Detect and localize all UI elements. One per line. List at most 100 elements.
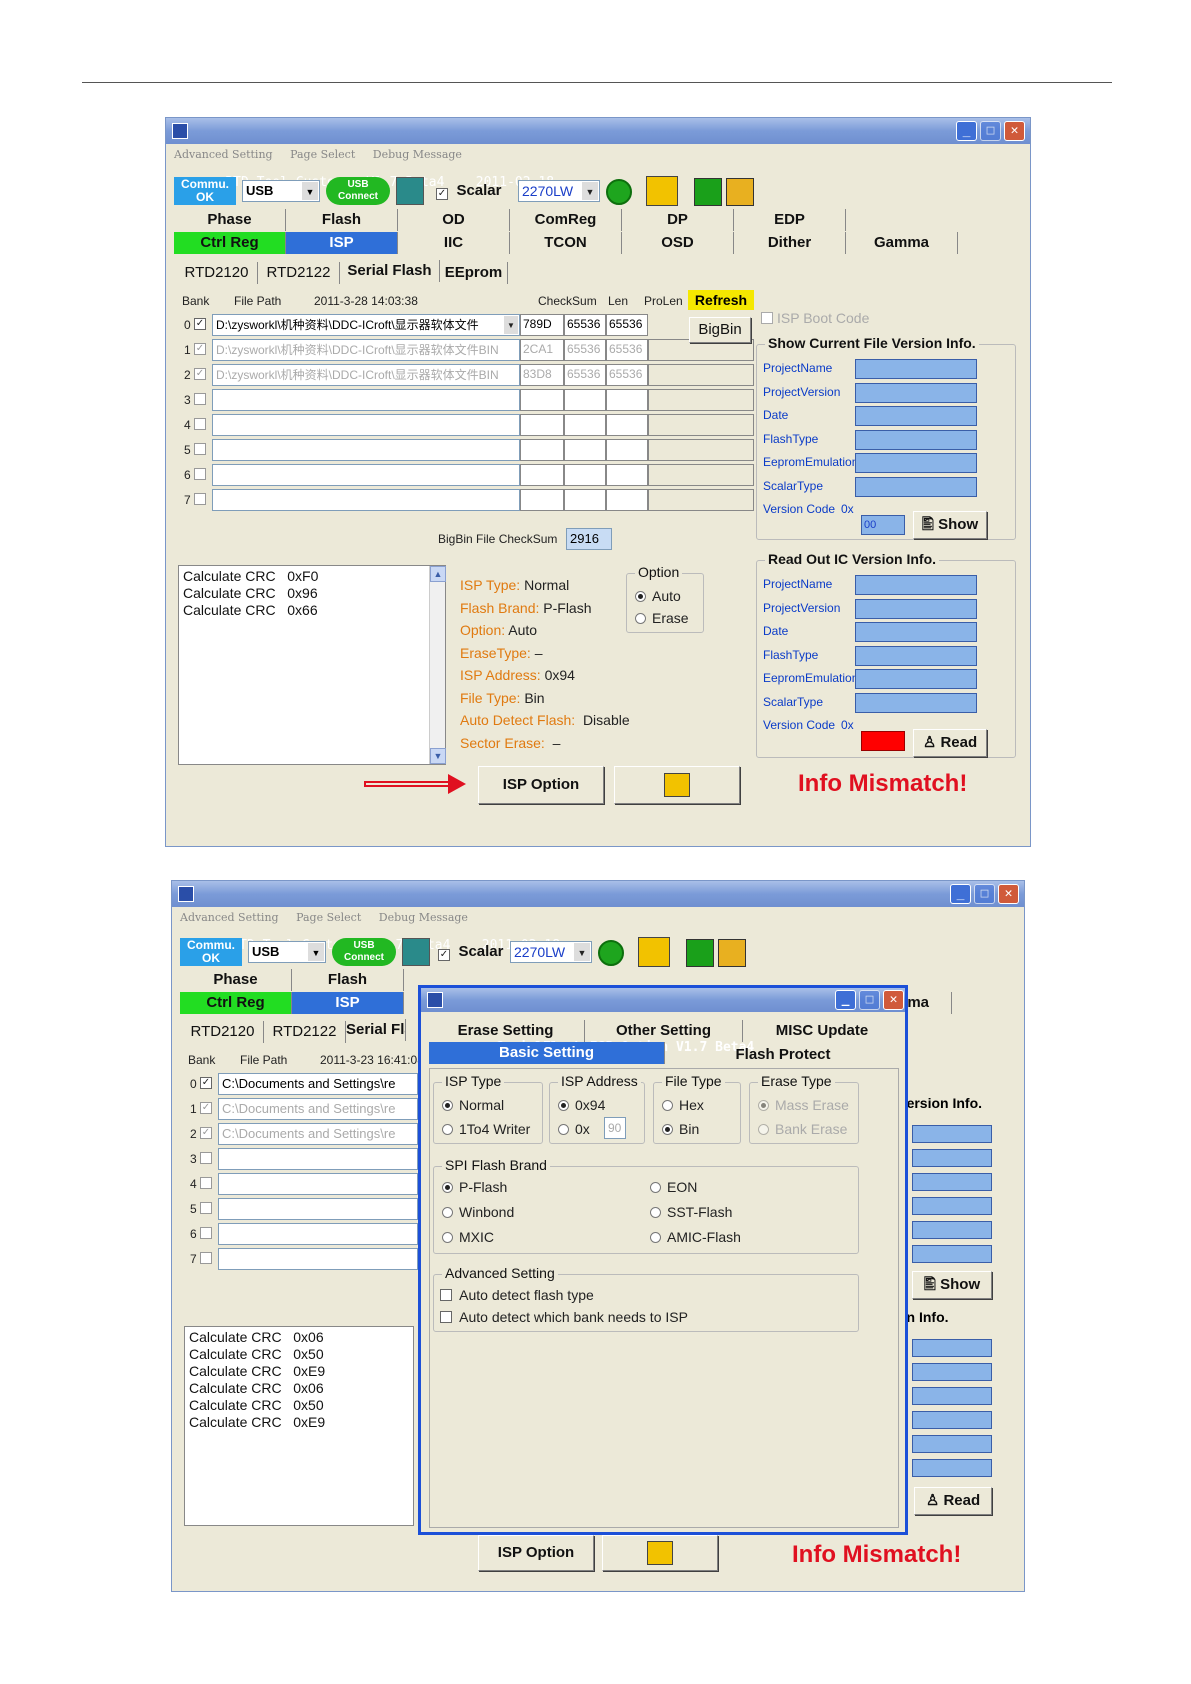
scroll-down-icon[interactable]: ▼ <box>430 748 446 764</box>
radio-icon[interactable] <box>662 1100 673 1111</box>
flash-run-button[interactable] <box>602 1535 718 1571</box>
menu-advanced-setting[interactable]: Advanced Setting <box>180 911 279 924</box>
bank-checkbox[interactable] <box>194 418 206 430</box>
bank-file-path[interactable] <box>218 1148 418 1170</box>
usb-connect-button[interactable]: USB Connect <box>326 177 390 205</box>
tab-od[interactable]: OD <box>398 209 510 231</box>
bank-checkbox[interactable]: ✓ <box>200 1127 212 1139</box>
menu-advanced-setting[interactable]: Advanced Setting <box>174 148 273 161</box>
radio-icon[interactable] <box>558 1100 569 1111</box>
menu-page-select[interactable]: Page Select <box>296 911 361 924</box>
read-button[interactable]: ♙ Read <box>914 1487 992 1515</box>
play-icon[interactable] <box>686 939 714 967</box>
subtab-serial-flash[interactable]: Serial Flash <box>346 1019 406 1041</box>
bank-checkbox[interactable] <box>194 393 206 405</box>
brand-winbond-radio[interactable]: Winbond <box>442 1204 514 1220</box>
chevron-down-icon[interactable]: ▼ <box>504 316 518 334</box>
tab-edp[interactable]: EDP <box>734 209 846 231</box>
file-type-bin-radio[interactable]: Bin <box>662 1121 699 1137</box>
erase-type-mass-radio[interactable]: Mass Erase <box>758 1097 849 1113</box>
bank-checkbox[interactable] <box>194 443 206 455</box>
bank-file-path[interactable]: C:\Documents and Settings\re <box>218 1123 418 1145</box>
check-icon[interactable] <box>598 940 624 966</box>
bank-checkbox[interactable] <box>200 1202 212 1214</box>
radio-icon[interactable] <box>442 1232 453 1243</box>
chevron-down-icon[interactable]: ▼ <box>308 943 324 961</box>
subtab-rtd2120[interactable]: RTD2120 <box>182 1021 264 1043</box>
tab-ctrl-reg[interactable]: Ctrl Reg <box>180 992 292 1014</box>
bank-checkbox[interactable]: ✓ <box>194 368 206 380</box>
brand-sst-radio[interactable]: SST-Flash <box>650 1204 732 1220</box>
radio-icon[interactable] <box>650 1207 661 1218</box>
flash-tool-icon[interactable] <box>646 176 678 206</box>
checkbox-icon[interactable] <box>440 1289 452 1301</box>
isp-type-writer-radio[interactable]: 1To4 Writer <box>442 1121 530 1137</box>
crc-scrollbar[interactable]: ▲ ▼ <box>429 566 446 764</box>
checkbox-icon[interactable] <box>440 1311 452 1323</box>
radio-icon[interactable] <box>650 1232 661 1243</box>
read-button[interactable]: ♙ Read <box>913 729 987 757</box>
bank-file-path[interactable]: D:\zysworkl\机种资料\DDC-ICroft\显示器软体文件BIN <box>212 364 520 386</box>
tab-phase[interactable]: Phase <box>174 209 286 231</box>
flash-run-button[interactable] <box>614 766 740 804</box>
scroll-up-icon[interactable]: ▲ <box>430 566 446 582</box>
option-auto-radio[interactable]: Auto <box>635 588 681 604</box>
tab-flash[interactable]: Flash <box>286 209 398 231</box>
radio-icon[interactable] <box>558 1124 569 1135</box>
bank-file-path[interactable]: D:\zysworkl\机种资料\DDC-ICroft\显示器软体文件BIN <box>212 339 520 361</box>
title-bar[interactable]: RTD Tool Customer V1.7 Beta4 2011-02-18 … <box>166 118 1030 190</box>
tab-isp[interactable]: ISP <box>286 232 398 254</box>
port-select[interactable]: USB ▼ <box>248 941 326 963</box>
brand-pflash-radio[interactable]: P-Flash <box>442 1179 507 1195</box>
bank-checkbox[interactable]: ✓ <box>194 318 206 330</box>
checkbox-icon[interactable] <box>761 312 773 324</box>
check-icon[interactable] <box>606 179 632 205</box>
isp-option-button[interactable]: ISP Option <box>478 766 604 804</box>
file-type-hex-radio[interactable]: Hex <box>662 1097 704 1113</box>
show-button[interactable]: 🖺 Show <box>913 511 987 539</box>
brand-eon-radio[interactable]: EON <box>650 1179 697 1195</box>
tab-erase-setting[interactable]: Erase Setting <box>427 1020 585 1042</box>
radio-icon[interactable] <box>442 1207 453 1218</box>
flash-tool-icon[interactable] <box>638 937 670 967</box>
menu-page-select[interactable]: Page Select <box>290 148 355 161</box>
bank-checkbox[interactable] <box>194 468 206 480</box>
radio-icon[interactable] <box>442 1100 453 1111</box>
tab-misc-update[interactable]: MISC Update <box>743 1020 901 1042</box>
tab-isp[interactable]: ISP <box>292 992 404 1014</box>
dialog-title-bar[interactable]: SerialFlash ISP Option V1.7 Beta4 _ □ ✕ <box>421 988 905 1055</box>
show-button[interactable]: 🖺 Show <box>912 1271 992 1299</box>
isp-boot-code-checkbox[interactable]: ISP Boot Code <box>761 310 869 326</box>
radio-icon[interactable] <box>635 613 646 624</box>
isp-type-normal-radio[interactable]: Normal <box>442 1097 504 1113</box>
bank-file-path[interactable] <box>212 489 520 511</box>
tab-dp[interactable]: DP <box>622 209 734 231</box>
radio-icon[interactable] <box>442 1124 453 1135</box>
tab-iic[interactable]: IIC <box>398 232 510 254</box>
usb-icon[interactable] <box>396 177 424 205</box>
bank-file-path[interactable]: C:\Documents and Settings\re <box>218 1098 418 1120</box>
port-select[interactable]: USB ▼ <box>242 180 320 202</box>
scalar-select[interactable]: 2270LW ▼ <box>518 180 600 202</box>
scalar-checkbox[interactable]: ✓ <box>436 188 448 200</box>
bank-checkbox[interactable]: ✓ <box>194 343 206 355</box>
bank-file-path[interactable] <box>212 414 520 436</box>
bank-file-path[interactable]: D:\zysworkl\机种资料\DDC-ICroft\显示器软体文件 ▼ <box>212 314 520 336</box>
maximize-icon[interactable]: □ <box>980 121 1001 141</box>
chevron-down-icon[interactable]: ▼ <box>582 182 598 200</box>
chevron-down-icon[interactable]: ▼ <box>574 943 590 961</box>
tab-basic-setting[interactable]: Basic Setting <box>429 1042 665 1064</box>
radio-icon[interactable] <box>662 1124 673 1135</box>
tab-osd[interactable]: OSD <box>622 232 734 254</box>
menu-debug-message[interactable]: Debug Message <box>373 148 462 161</box>
bank-checkbox[interactable]: ✓ <box>200 1077 212 1089</box>
isp-option-button[interactable]: ISP Option <box>478 1535 594 1571</box>
radio-icon[interactable] <box>442 1182 453 1193</box>
close-icon[interactable]: ✕ <box>998 884 1019 904</box>
subtab-eeprom[interactable]: EEprom <box>440 262 508 284</box>
auto-detect-bank-checkbox[interactable]: Auto detect which bank needs to ISP <box>440 1309 688 1325</box>
title-bar[interactable]: RTD Tool Customer V1.7 Beta4 2011-02-18 … <box>172 881 1024 953</box>
radio-icon[interactable] <box>650 1182 661 1193</box>
maximize-icon[interactable]: □ <box>859 990 880 1010</box>
brand-mxic-radio[interactable]: MXIC <box>442 1229 494 1245</box>
